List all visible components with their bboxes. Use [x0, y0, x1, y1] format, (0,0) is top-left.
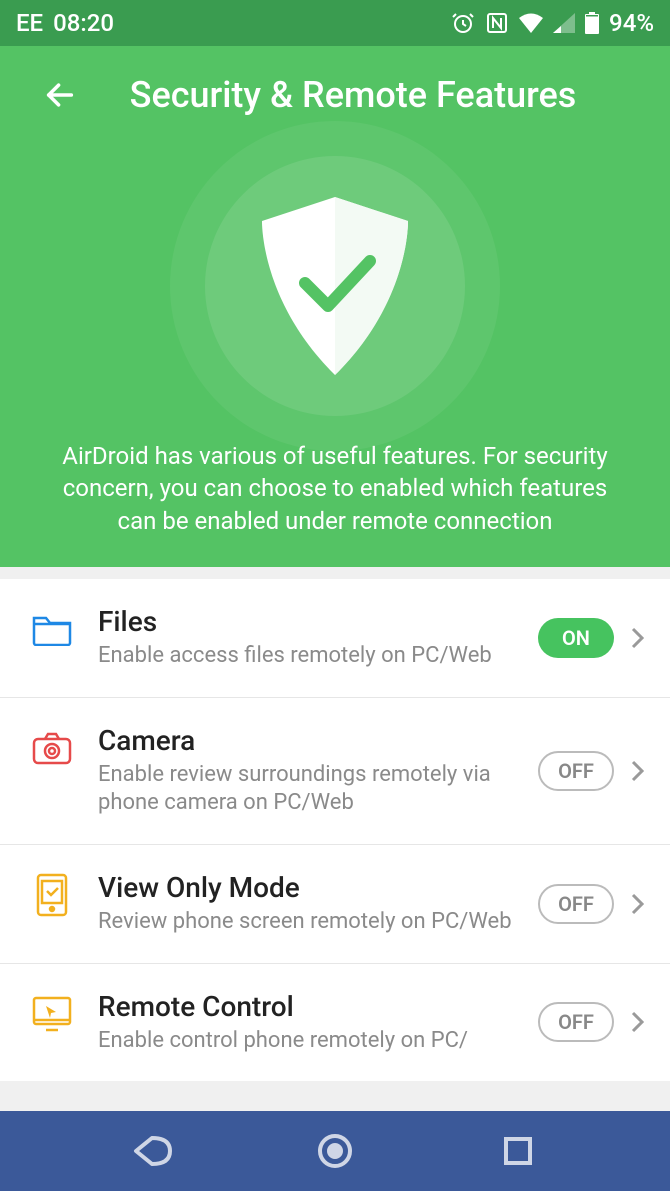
- toggle-off[interactable]: OFF: [538, 751, 614, 791]
- toggle-off[interactable]: OFF: [538, 1002, 614, 1042]
- camera-icon: [30, 726, 74, 770]
- feature-title: View Only Mode: [98, 871, 526, 904]
- back-button[interactable]: [40, 75, 80, 115]
- phone-check-icon: [30, 873, 74, 917]
- nav-back-button[interactable]: [117, 1126, 187, 1176]
- chevron-right-icon: [628, 889, 646, 919]
- shield-check-icon: [250, 191, 420, 381]
- nav-recent-button[interactable]: [483, 1126, 553, 1176]
- page-title: Security & Remote Features: [100, 74, 646, 116]
- feature-row-view-only[interactable]: View Only Mode Review phone screen remot…: [0, 845, 670, 964]
- battery-percent: 94%: [609, 9, 654, 37]
- alarm-icon: [451, 11, 475, 35]
- feature-description: Enable control phone remotely on PC/: [98, 1027, 526, 1056]
- system-nav-bar: [0, 1111, 670, 1191]
- feature-title: Files: [98, 605, 526, 638]
- feature-description: Review phone screen remotely on PC/Web: [98, 908, 526, 937]
- clock-label: 08:20: [53, 9, 114, 37]
- chevron-right-icon: [628, 623, 646, 653]
- chevron-right-icon: [628, 756, 646, 786]
- nav-home-button[interactable]: [300, 1126, 370, 1176]
- hero-illustration: [170, 136, 500, 436]
- feature-title: Camera: [98, 724, 526, 757]
- monitor-cursor-icon: [30, 992, 74, 1036]
- toggle-on[interactable]: ON: [538, 618, 614, 658]
- feature-row-camera[interactable]: Camera Enable review surroundings remote…: [0, 698, 670, 845]
- carrier-label: EE: [16, 9, 43, 37]
- feature-description: Enable access files remotely on PC/Web: [98, 642, 526, 671]
- feature-title: Remote Control: [98, 990, 526, 1023]
- feature-row-files[interactable]: Files Enable access files remotely on PC…: [0, 579, 670, 698]
- nfc-icon: [485, 11, 509, 35]
- battery-icon: [585, 12, 599, 34]
- folder-icon: [30, 607, 74, 651]
- hero-description: AirDroid has various of useful features.…: [40, 440, 630, 537]
- feature-description: Enable review surroundings remotely via …: [98, 761, 526, 818]
- cell-signal-icon: [553, 13, 575, 33]
- header: Security & Remote Features AirDroid has …: [0, 46, 670, 567]
- status-bar: EE 08:20 94%: [0, 0, 670, 46]
- feature-list: Files Enable access files remotely on PC…: [0, 579, 670, 1081]
- toggle-off[interactable]: OFF: [538, 884, 614, 924]
- feature-row-remote-control[interactable]: Remote Control Enable control phone remo…: [0, 964, 670, 1082]
- chevron-right-icon: [628, 1007, 646, 1037]
- wifi-icon: [519, 13, 543, 33]
